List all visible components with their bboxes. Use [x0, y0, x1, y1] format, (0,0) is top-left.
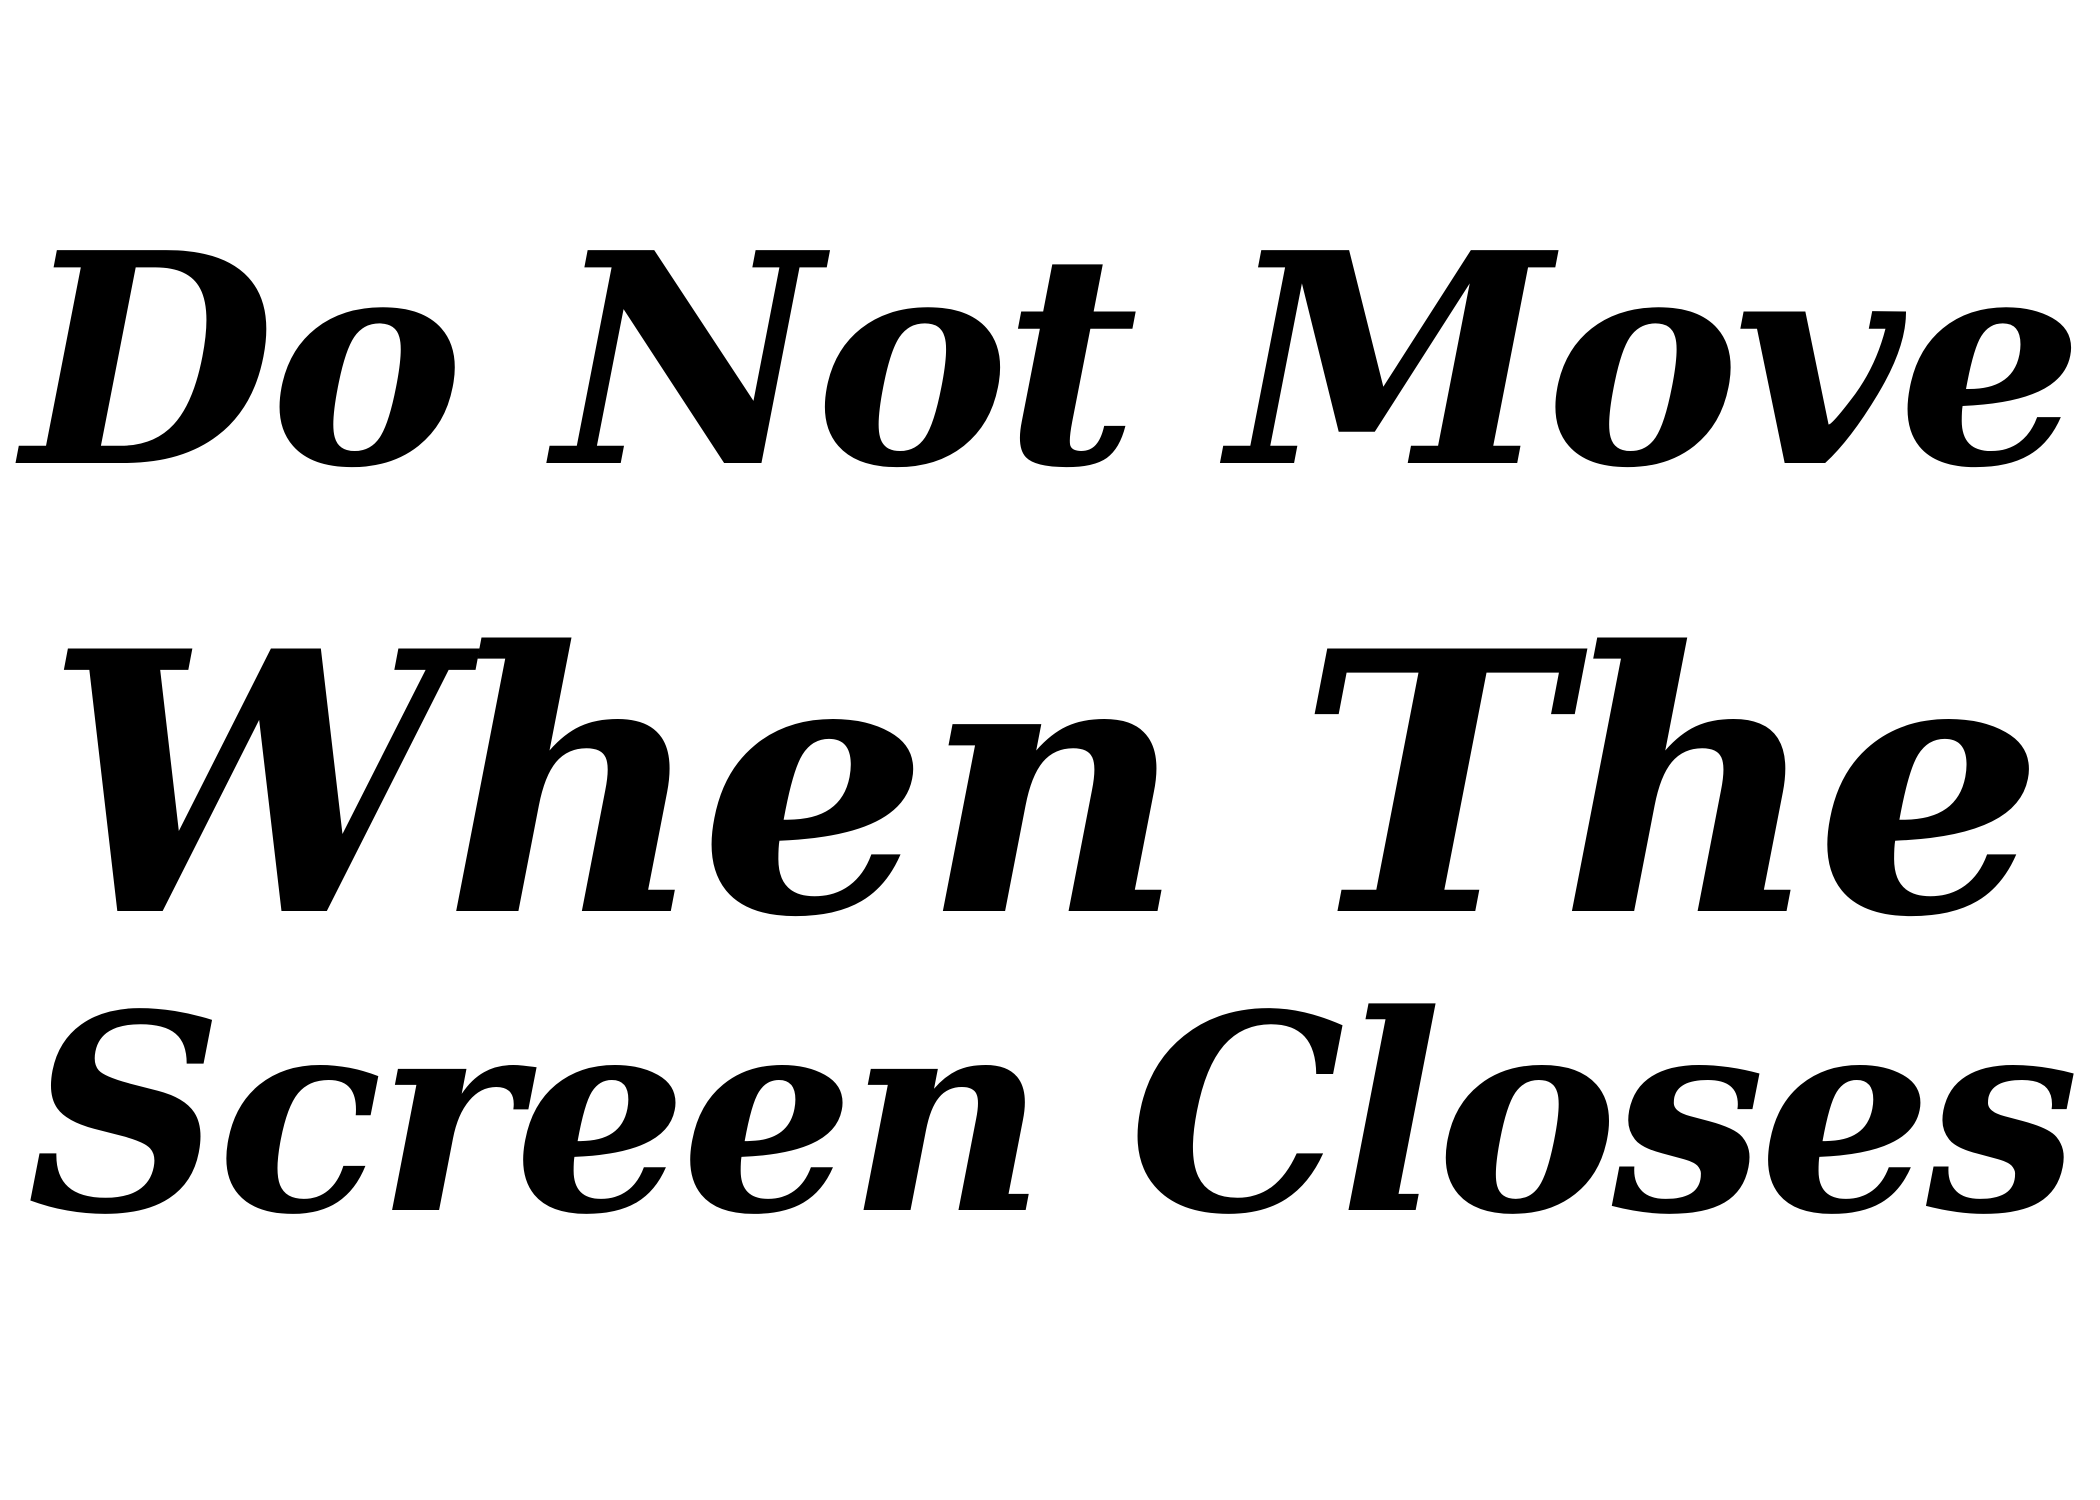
sign-line-3: Screen Closes	[0, 980, 2100, 1252]
sign-line-text: Do Not Move	[22, 189, 2083, 532]
sign-line-text: Screen Closes	[26, 956, 2079, 1275]
sign-line-text: When The	[45, 573, 2045, 996]
sign-line-2: When The	[0, 605, 2092, 965]
sign-line-1: Do Not Move	[0, 215, 2100, 507]
sign-canvas: Do Not Move When The Screen Closes	[0, 0, 2100, 1500]
